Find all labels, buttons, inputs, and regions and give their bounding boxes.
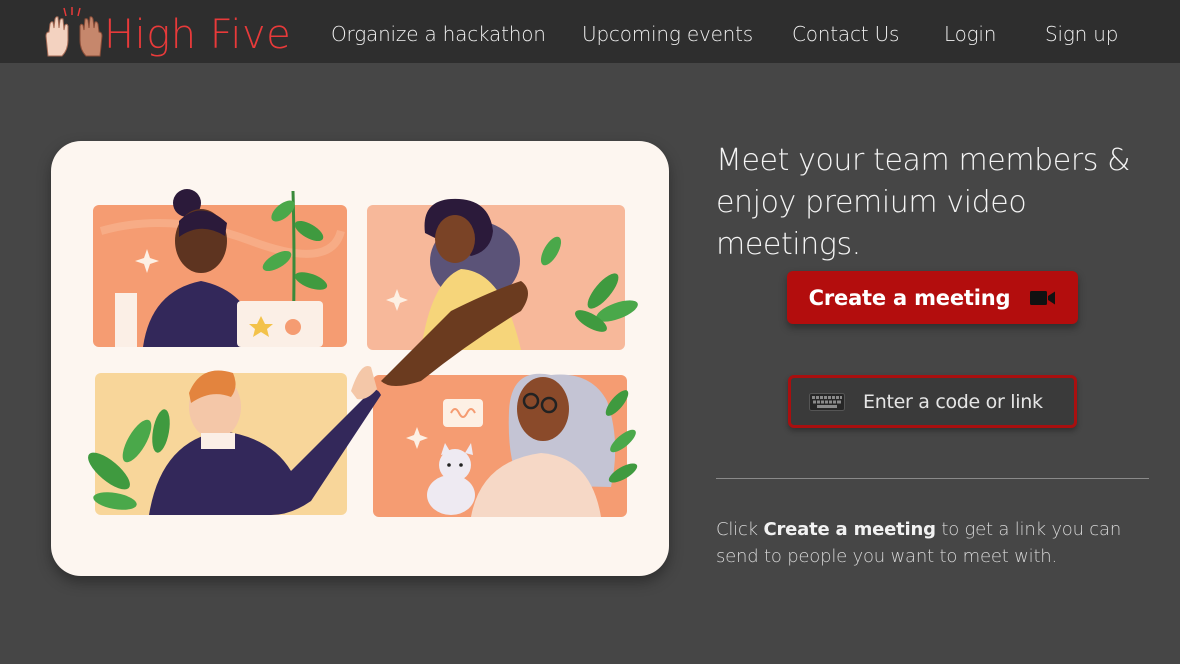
nav-organize-hackathon[interactable]: Organize a hackathon (331, 22, 546, 46)
video-call-grid-illustration (88, 189, 638, 517)
nav-sign-up[interactable]: Sign up (1045, 22, 1118, 46)
meeting-code-placeholder: Enter a code or link (863, 390, 1043, 413)
video-camera-icon (1030, 290, 1056, 305)
brand-name: High Five (104, 12, 292, 58)
nav-upcoming-events[interactable]: Upcoming events (582, 22, 753, 46)
create-meeting-button[interactable]: Create a meeting (787, 271, 1078, 324)
video-call-illustration (51, 141, 669, 576)
nav-contact-us[interactable]: Contact Us (792, 22, 899, 46)
create-meeting-label: Create a meeting (808, 285, 1011, 310)
section-divider (716, 478, 1149, 479)
hint-emphasis: Create a meeting (763, 519, 936, 540)
high-five-hands-icon (45, 7, 103, 57)
hero-headline: Meet your team members & enjoy premium v… (716, 143, 1131, 262)
meeting-code-input[interactable]: Enter a code or link (788, 375, 1077, 428)
brand-logo[interactable]: High Five (42, 6, 291, 60)
keyboard-icon (809, 392, 845, 411)
hint-prefix: Click (716, 519, 758, 540)
create-meeting-hint: Click Create a meeting to get a link you… (716, 516, 1156, 570)
top-navbar: High Five Organize a hackathon Upcoming … (0, 0, 1180, 63)
nav-login[interactable]: Login (944, 22, 996, 46)
